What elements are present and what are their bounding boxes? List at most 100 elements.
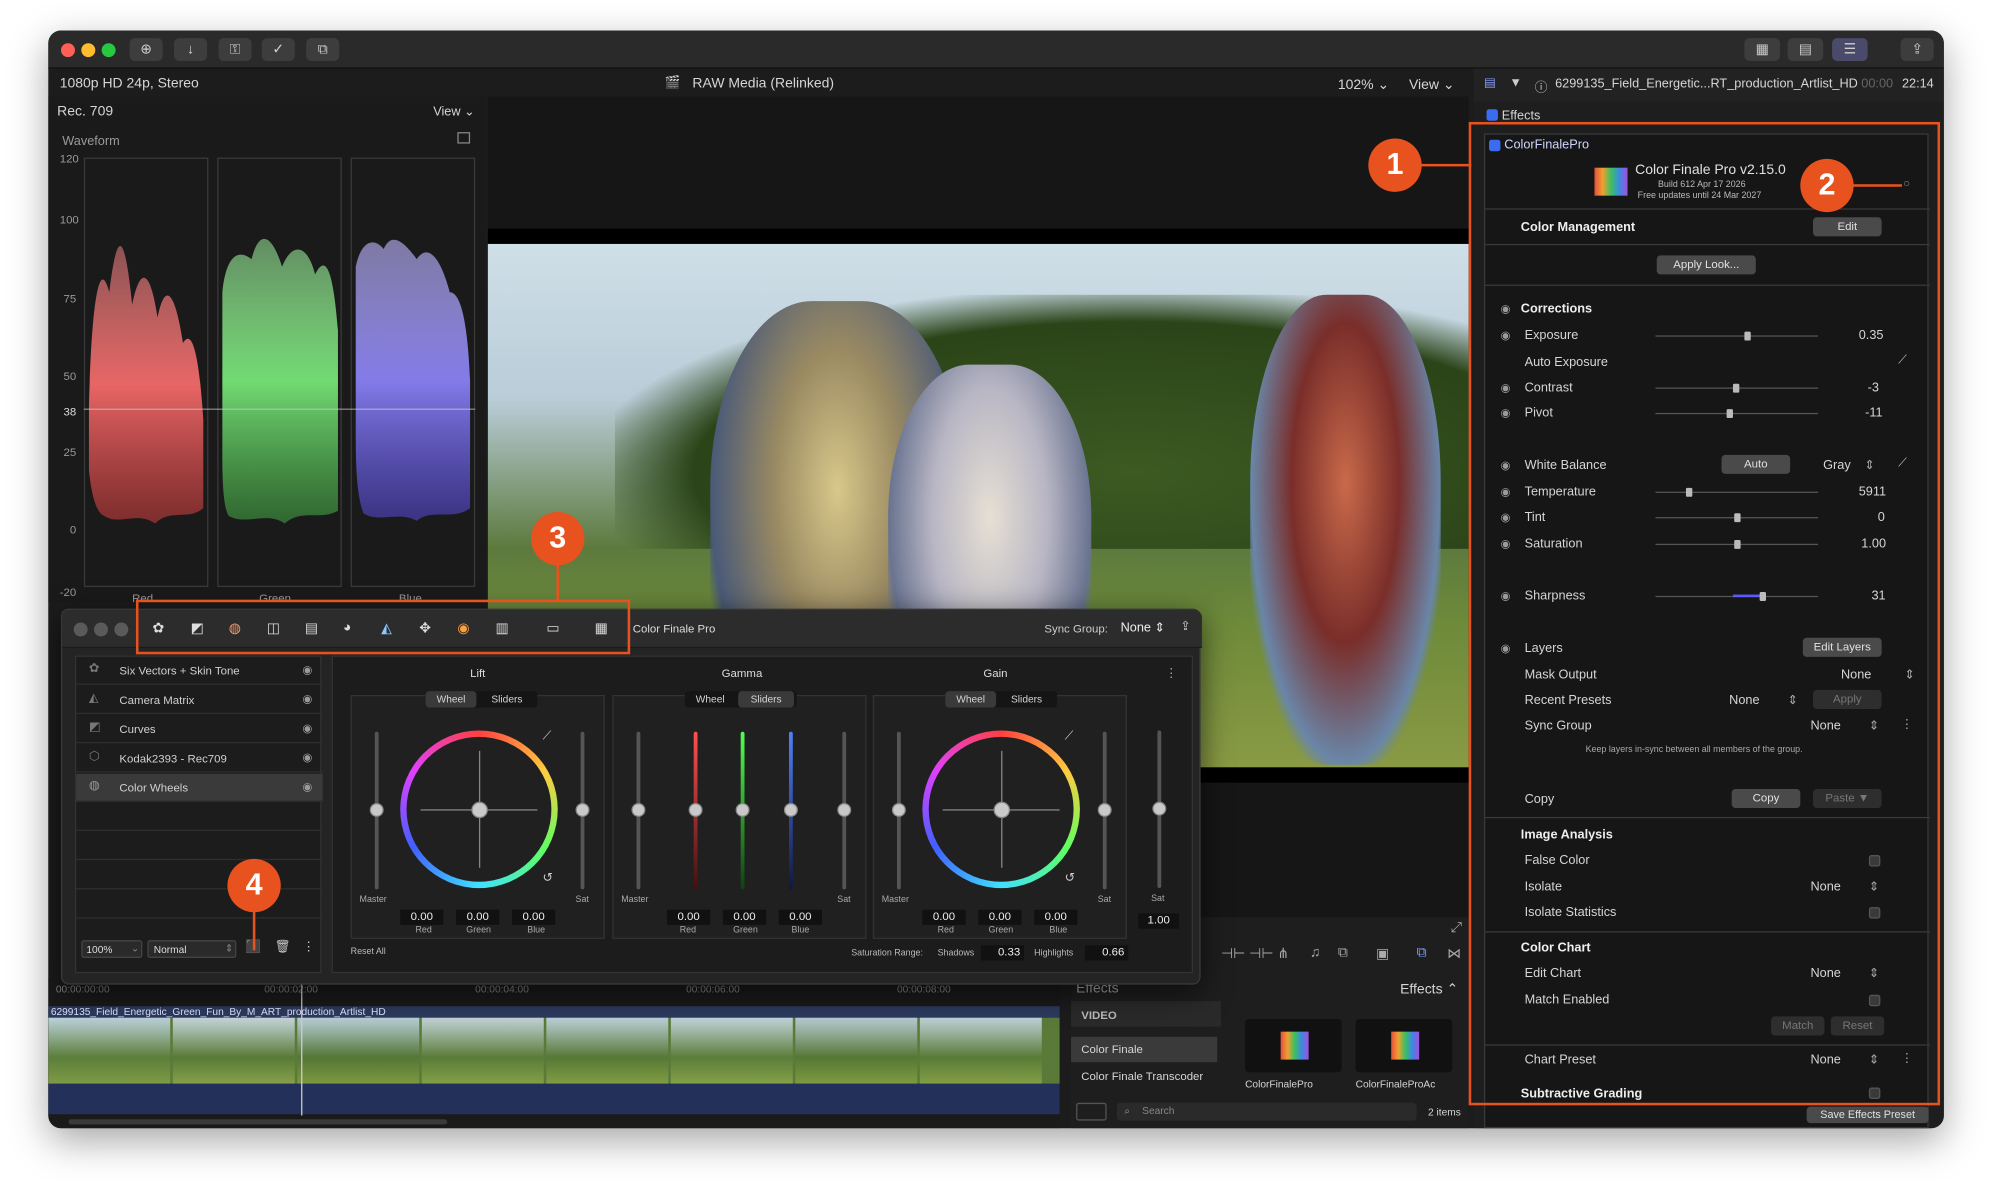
zoom-level[interactable]: 102% ⌄ <box>1338 76 1389 93</box>
download-icon[interactable]: ↓ <box>174 38 208 61</box>
gamma-blue-value[interactable]: 0.00 <box>778 909 823 925</box>
more-icon[interactable]: ⋮ <box>302 940 315 954</box>
lift-wheel-puck[interactable] <box>471 801 488 819</box>
global-sat-value[interactable]: 1.00 <box>1138 913 1180 929</box>
zoom-window-button[interactable] <box>101 43 116 58</box>
global-sat-knob[interactable] <box>1152 801 1167 816</box>
effects-category-video[interactable]: VIDEO <box>1071 1001 1221 1027</box>
close-window-button[interactable] <box>60 43 75 58</box>
cf-close-button[interactable] <box>73 622 88 637</box>
eye-icon[interactable]: ◉ <box>302 692 312 706</box>
blend-mode-select[interactable]: Normal ⇕ <box>147 940 237 958</box>
lift-sat-knob[interactable] <box>575 802 590 817</box>
audio-track[interactable] <box>48 1083 1060 1115</box>
lift-eyedropper-icon[interactable]: ⟋ <box>543 729 552 743</box>
clip-filmstrip[interactable] <box>48 1017 1060 1084</box>
gain-color-wheel[interactable] <box>922 730 1080 889</box>
tag-icon[interactable]: ⧉ <box>306 38 340 61</box>
lift-blue-value[interactable]: 0.00 <box>512 909 556 925</box>
info-icon[interactable]: ⓘ <box>1535 76 1548 95</box>
gamma-sliders-tab[interactable]: Sliders <box>738 691 795 708</box>
effects-header[interactable]: Effects ⌃ <box>1400 981 1458 997</box>
gain-reset-icon[interactable]: ↺ <box>1065 872 1076 886</box>
lift-reset-icon[interactable]: ↺ <box>543 872 554 886</box>
gamma-sat-knob[interactable] <box>837 802 852 817</box>
effects-item-transcoder[interactable]: Color Finale Transcoder <box>1071 1065 1221 1090</box>
playhead[interactable] <box>301 978 303 1116</box>
share-icon[interactable]: ⇪ <box>1900 38 1934 61</box>
gain-green-value[interactable]: 0.00 <box>978 909 1022 925</box>
clip-appearance-icon[interactable]: ▣ <box>1376 945 1389 962</box>
gain-sat-knob[interactable] <box>1097 802 1112 817</box>
effects-checkbox[interactable] <box>1486 109 1498 121</box>
lift-sliders-tab[interactable]: Sliders <box>479 691 535 708</box>
gamma-green-knob[interactable] <box>735 802 750 817</box>
gain-eyedropper-icon[interactable]: ⟋ <box>1065 729 1074 743</box>
import-icon[interactable]: ⊕ <box>129 38 163 61</box>
save-effects-preset-button[interactable]: Save Effects Preset <box>1806 1106 1929 1124</box>
gamma-master-knob[interactable] <box>631 802 646 817</box>
gamma-blue-knob[interactable] <box>783 802 798 817</box>
gain-master-knob[interactable] <box>891 802 906 817</box>
effects-count: 2 items <box>1428 1106 1461 1119</box>
cf-minimize-button[interactable] <box>94 622 108 637</box>
eye-icon[interactable]: ◉ <box>302 751 312 765</box>
eye-icon[interactable]: ◉ <box>302 663 312 677</box>
effect-thumb-pro[interactable] <box>1245 1018 1342 1073</box>
lift-color-wheel[interactable] <box>400 730 558 889</box>
gamma-red-knob[interactable] <box>688 802 703 817</box>
gain-wheel-puck[interactable] <box>993 801 1011 819</box>
gain-red-value[interactable]: 0.00 <box>922 909 966 925</box>
viewer-view-menu[interactable]: View ⌄ <box>1409 76 1455 93</box>
layer-row[interactable]: ⬡ Kodak2393 - Rec709 ◉ <box>76 745 323 773</box>
gain-blue-label: Blue <box>1049 926 1068 936</box>
gamma-red-value[interactable]: 0.00 <box>667 909 711 925</box>
cf-zoom-button[interactable] <box>114 622 129 637</box>
gain-wheel-tab[interactable]: Wheel <box>945 691 997 708</box>
highlights-value[interactable]: 0.66 <box>1085 945 1129 961</box>
film-icon[interactable]: ▤ <box>1484 76 1496 90</box>
gain-sliders-tab[interactable]: Sliders <box>999 691 1055 708</box>
layer-row[interactable]: ✿ Six Vectors + Skin Tone ◉ <box>76 657 323 685</box>
minimize-window-button[interactable] <box>81 43 96 58</box>
layer-row-selected[interactable]: ◍ Color Wheels ◉ <box>76 773 323 802</box>
shadows-value[interactable]: 0.33 <box>980 945 1025 961</box>
transitions-icon[interactable]: ⋈ <box>1447 945 1461 962</box>
eye-icon[interactable]: ◉ <box>302 780 312 794</box>
reset-all-button[interactable]: Reset All <box>351 948 386 957</box>
headphones-icon[interactable]: ♫ <box>1310 945 1320 960</box>
gamma-wheel-tab[interactable]: Wheel <box>685 691 736 708</box>
filter-icon[interactable]: ▼ <box>1509 76 1522 90</box>
expand-icon[interactable]: ⤢ <box>1451 920 1462 937</box>
layer-row[interactable]: ◩ Curves ◉ <box>76 715 323 744</box>
lift-master-knob[interactable] <box>369 802 384 817</box>
cf-export-icon[interactable]: ⇪ <box>1180 620 1191 634</box>
check-icon[interactable]: ✓ <box>261 38 295 61</box>
key-icon[interactable]: ⚿ <box>218 38 252 61</box>
timeline-scrollbar[interactable] <box>68 1119 448 1125</box>
effects-search-input[interactable]: ⌕ Search <box>1116 1102 1417 1121</box>
lift-green-value[interactable]: 0.00 <box>456 909 500 925</box>
effects-browser-icon[interactable]: ⧉ <box>1417 945 1427 962</box>
wheels-more-icon[interactable]: ⋮ <box>1165 667 1178 681</box>
effect-thumb-proac[interactable] <box>1355 1018 1453 1073</box>
gain-blue-value[interactable]: 0.00 <box>1034 909 1078 925</box>
trash-icon[interactable]: 🗑 <box>274 940 290 954</box>
edit-tools-icon[interactable]: ⊣⊢ ⊣⊢ ⋔ <box>1221 945 1289 962</box>
sidebar-toggle-icon[interactable] <box>1076 1102 1107 1121</box>
layer-row[interactable]: ◭ Camera Matrix ◉ <box>76 686 323 715</box>
inspector-layout-icon[interactable]: ☰ <box>1832 38 1868 61</box>
layer-opacity-select[interactable]: 100% ⌄ <box>81 940 143 958</box>
snapping-icon[interactable]: ⧉ <box>1338 945 1348 962</box>
eye-icon[interactable]: ◉ <box>302 722 312 736</box>
gamma-green-value[interactable]: 0.00 <box>722 909 767 925</box>
scope-view-menu[interactable]: View ⌄ <box>433 105 475 119</box>
lift-red-value[interactable]: 0.00 <box>400 909 444 925</box>
scope-settings-icon[interactable] <box>457 132 471 144</box>
timeline-layout-icon[interactable]: ▤ <box>1787 38 1824 61</box>
lift-wheel-tab[interactable]: Wheel <box>425 691 477 708</box>
browser-layout-icon[interactable]: ▦ <box>1744 38 1780 61</box>
clip-header[interactable]: 6299135_Field_Energetic_Green_Fun_By_M_A… <box>48 1006 1060 1018</box>
effects-item-color-finale[interactable]: Color Finale <box>1071 1036 1218 1063</box>
cf-sync-group-select[interactable]: None ⇕ <box>1121 621 1166 635</box>
